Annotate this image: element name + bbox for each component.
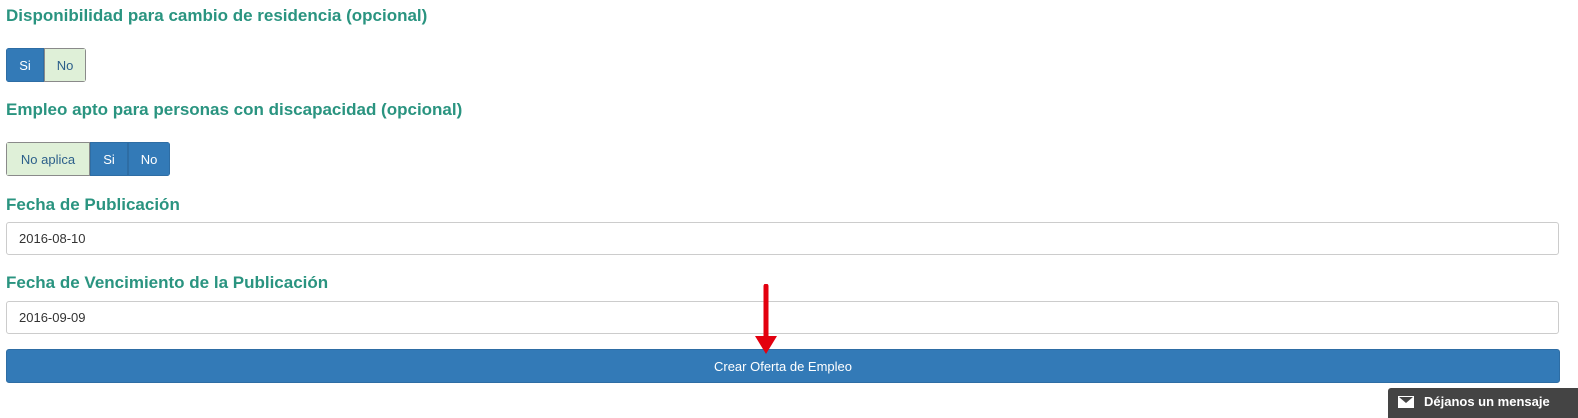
create-job-offer-button[interactable]: Crear Oferta de Empleo: [6, 349, 1560, 383]
expiration-date-label: Fecha de Vencimiento de la Publicación: [6, 273, 329, 292]
publication-date-label: Fecha de Publicación: [6, 195, 180, 214]
create-job-offer-label: Crear Oferta de Empleo: [713, 358, 852, 374]
disability-option-no[interactable]: No: [128, 142, 170, 176]
relocation-option-no[interactable]: No: [44, 48, 86, 82]
relocation-option-si[interactable]: Si: [6, 48, 44, 82]
red-arrow-down-icon: [755, 284, 777, 354]
disability-label: Empleo apto para personas con discapacid…: [6, 100, 463, 119]
disability-option-no-aplica[interactable]: No aplica: [6, 142, 90, 176]
publication-date-input[interactable]: 2016-08-10: [6, 222, 1559, 255]
disability-toggle: No aplica Si No: [6, 142, 170, 176]
relocation-label: Disponibilidad para cambio de residencia…: [6, 6, 428, 25]
disability-option-si[interactable]: Si: [90, 142, 128, 176]
envelope-icon: [1398, 396, 1414, 408]
relocation-toggle: Si No: [6, 48, 86, 82]
chat-widget-tab[interactable]: Déjanos un mensaje: [1388, 388, 1578, 418]
expiration-date-input[interactable]: 2016-09-09: [6, 301, 1559, 334]
